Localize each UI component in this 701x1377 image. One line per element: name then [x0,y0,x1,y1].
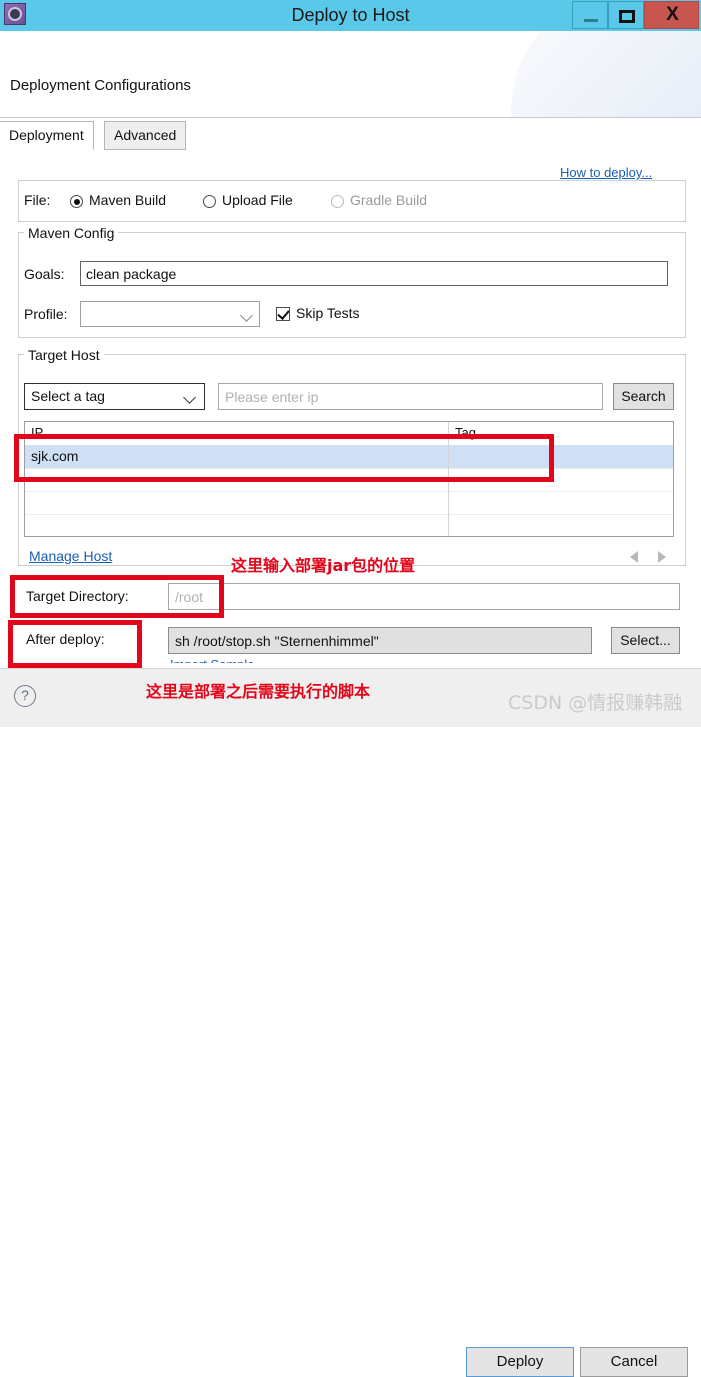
ip-search-input[interactable] [218,383,603,410]
radio-maven-build-label: Maven Build [89,192,167,208]
radio-maven-build-icon [70,195,83,208]
goals-label: Goals: [24,266,65,282]
tag-select-value: Select a tag [31,388,105,404]
close-icon: X [666,4,679,25]
radio-gradle-build-label: Gradle Build [350,192,428,208]
maven-config-legend: Maven Config [24,225,119,241]
cell-ip [25,514,449,536]
tab-deployment[interactable]: Deployment [0,121,94,150]
search-button[interactable]: Search [613,383,674,410]
how-to-deploy-link[interactable]: How to deploy... [558,165,655,180]
page-title: Deployment Configurations [10,77,191,94]
cell-tag [449,514,673,536]
dialog-header: Deployment Configurations [0,31,701,118]
cell-tag [449,445,673,468]
radio-upload-file-icon [203,195,216,208]
after-deploy-input[interactable] [168,627,592,654]
host-table-header-row: IP Tag [25,422,673,446]
table-pager [630,549,676,565]
cell-ip [25,468,449,491]
help-icon[interactable]: ? [14,685,36,707]
title-bar: Deploy to Host X [0,0,701,31]
profile-label: Profile: [24,306,68,322]
table-row[interactable] [25,491,673,515]
clipped-link[interactable]: Import Sample [170,657,280,663]
deploy-to-host-dialog: Deploy to Host X Deployment Configuratio… [0,0,701,1377]
column-header-ip: IP [25,422,449,445]
cell-ip: sjk.com [25,445,449,468]
goals-input[interactable] [80,261,668,286]
chevron-down-icon [183,391,196,404]
table-row[interactable] [25,468,673,492]
table-row[interactable]: sjk.com [25,445,673,469]
cancel-button[interactable]: Cancel [580,1347,688,1377]
table-row[interactable] [25,514,673,536]
profile-select[interactable] [80,301,260,327]
radio-upload-file-label: Upload File [222,192,293,208]
minimize-icon [584,19,598,22]
maximize-button[interactable] [608,1,644,29]
file-label: File: [24,192,51,208]
cell-tag [449,491,673,514]
dialog-footer: ? Deploy Cancel [0,668,701,1377]
after-deploy-label: After deploy: [26,631,105,647]
cell-tag [449,468,673,491]
right-arrow-icon[interactable] [658,551,666,563]
radio-gradle-build-icon [331,195,344,208]
target-host-legend: Target Host [24,347,104,363]
minimize-button[interactable] [572,1,608,29]
close-button[interactable]: X [644,1,699,29]
target-directory-input[interactable] [168,583,680,610]
tag-select[interactable]: Select a tag [24,383,205,410]
host-table[interactable]: IP Tag sjk.com [24,421,674,537]
skip-tests-label: Skip Tests [296,305,360,321]
select-script-button[interactable]: Select... [611,627,680,654]
header-decoration-arc [511,31,701,117]
tab-advanced[interactable]: Advanced [104,121,187,150]
column-header-tag: Tag [455,425,476,440]
maximize-icon [619,10,635,23]
skip-tests-checkbox-icon [276,307,290,321]
tab-bar: Deployment Advanced [0,118,701,151]
chevron-down-icon [240,309,253,322]
manage-host-link[interactable]: Manage Host [29,548,112,564]
deploy-button[interactable]: Deploy [466,1347,574,1377]
cell-ip [25,491,449,514]
left-arrow-icon[interactable] [630,551,638,563]
target-directory-label: Target Directory: [26,588,129,604]
